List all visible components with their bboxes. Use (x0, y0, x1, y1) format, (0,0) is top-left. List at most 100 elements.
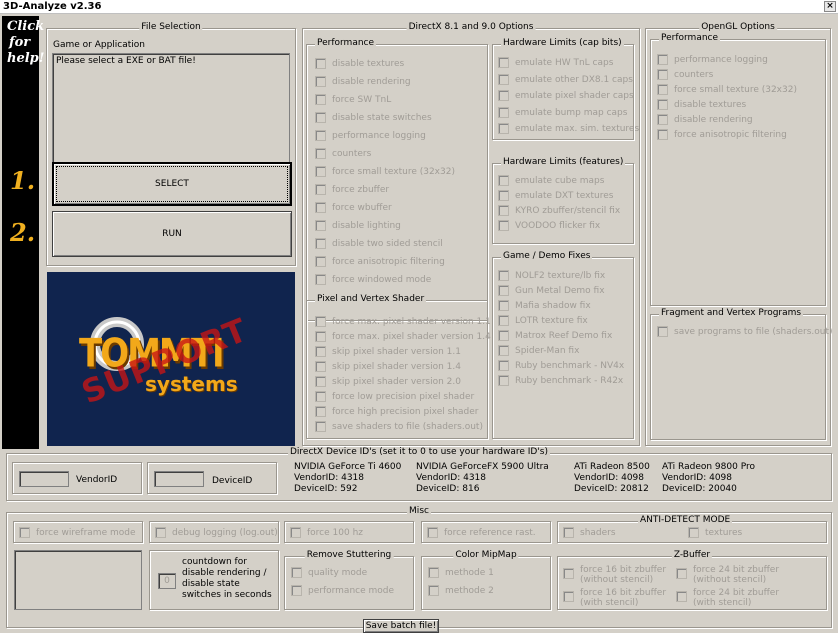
checkbox-box[interactable] (657, 114, 668, 125)
option-checkbox[interactable]: counters (657, 69, 713, 81)
select-button[interactable]: SELECT (52, 162, 292, 206)
checkbox-box[interactable] (315, 406, 326, 417)
checkbox-box[interactable] (657, 326, 668, 337)
stutter-quality-checkbox[interactable]: quality mode (291, 567, 367, 579)
checkbox-box[interactable] (315, 331, 326, 342)
checkbox-box[interactable] (657, 54, 668, 65)
checkbox-box[interactable] (315, 391, 326, 402)
option-checkbox[interactable]: force max. pixel shader version 1.4 (315, 331, 491, 343)
checkbox-box[interactable] (563, 591, 574, 602)
option-checkbox[interactable]: VOODOO flicker fix (498, 220, 600, 232)
checkbox-box[interactable] (315, 112, 326, 123)
checkbox-box[interactable] (315, 148, 326, 159)
option-checkbox[interactable]: save shaders to file (shaders.out) (315, 421, 483, 433)
checkbox-box[interactable] (498, 205, 509, 216)
zbuffer-24-nostencil-checkbox[interactable]: force 24 bit zbuffer (without stencil) (676, 565, 796, 585)
option-checkbox[interactable]: force SW TnL (315, 94, 391, 106)
checkbox-box[interactable] (498, 175, 509, 186)
hz-checkbox[interactable]: force 100 hz (290, 527, 363, 539)
checkbox-box[interactable] (676, 591, 687, 602)
checkbox-box[interactable] (290, 527, 301, 538)
debug-checkbox[interactable]: debug logging (log.out) (155, 527, 278, 539)
option-checkbox[interactable]: emulate bump map caps (498, 106, 627, 119)
checkbox-box[interactable] (498, 190, 509, 201)
checkbox-box[interactable] (657, 99, 668, 110)
option-checkbox[interactable]: Ruby benchmark - R42x (498, 375, 623, 387)
checkbox-box[interactable] (498, 73, 509, 85)
option-checkbox[interactable]: Ruby benchmark - NV4x (498, 360, 624, 372)
checkbox-box[interactable] (315, 166, 326, 177)
checkbox-box[interactable] (428, 585, 439, 596)
option-checkbox[interactable]: disable lighting (315, 220, 401, 232)
option-checkbox[interactable]: emulate pixel shader caps (498, 90, 634, 102)
checkbox-box[interactable] (498, 123, 509, 134)
option-checkbox[interactable]: force high precision pixel shader (315, 406, 479, 418)
option-checkbox[interactable]: emulate cube maps (498, 175, 604, 187)
checkbox-box[interactable] (315, 361, 326, 372)
option-checkbox[interactable]: KYRO zbuffer/stencil fix (498, 205, 620, 217)
wireframe-checkbox[interactable]: force wireframe mode (19, 527, 136, 539)
checkbox-box[interactable] (498, 285, 509, 296)
option-checkbox[interactable]: emulate DXT textures (498, 190, 613, 202)
checkbox-box[interactable] (427, 527, 438, 538)
checkbox-box[interactable] (315, 238, 326, 249)
option-checkbox[interactable]: force low precision pixel shader (315, 391, 474, 403)
checkbox-box[interactable] (657, 69, 668, 80)
checkbox-box[interactable] (315, 202, 326, 213)
option-checkbox[interactable]: force anisotropic filtering (657, 129, 787, 141)
checkbox-box[interactable] (315, 130, 326, 141)
checkbox-box[interactable] (676, 568, 687, 579)
device-id-input[interactable] (154, 471, 204, 487)
checkbox-box[interactable] (291, 567, 302, 578)
checkbox-box[interactable] (315, 94, 326, 105)
checkbox-box[interactable] (315, 76, 326, 87)
checkbox-box[interactable] (315, 346, 326, 357)
option-checkbox[interactable]: force small texture (32x32) (315, 166, 455, 178)
checkbox-box[interactable] (155, 527, 166, 538)
checkbox-box[interactable] (563, 527, 574, 538)
help-link[interactable]: Click for help! (2, 16, 44, 67)
checkbox-box[interactable] (498, 57, 509, 68)
gpu-preset[interactable]: ATi Radeon 8500 VendorID: 4098 DeviceID:… (574, 462, 650, 495)
checkbox-box[interactable] (315, 184, 326, 195)
gpu-preset[interactable]: NVIDIA GeForceFX 5900 Ultra VendorID: 43… (416, 462, 549, 495)
option-checkbox[interactable]: force max. pixel shader version 1.1 (315, 316, 491, 328)
option-checkbox[interactable]: force anisotropic filtering (315, 256, 445, 268)
checkbox-box[interactable] (315, 376, 326, 387)
option-checkbox[interactable]: Matrox Reef Demo fix (498, 330, 612, 342)
checkbox-box[interactable] (498, 300, 509, 311)
option-checkbox[interactable]: emulate other DX8.1 caps (498, 73, 633, 86)
option-checkbox[interactable]: LOTR texture fix (498, 315, 588, 327)
zbuffer-24-stencil-checkbox[interactable]: force 24 bit zbuffer (with stencil) (676, 588, 796, 608)
checkbox-box[interactable] (498, 360, 509, 371)
mipmap-method1-checkbox[interactable]: methode 1 (428, 567, 494, 579)
option-checkbox[interactable]: disable state switches (315, 112, 432, 124)
option-checkbox[interactable]: performance logging (657, 54, 768, 66)
antidetect-textures-checkbox[interactable]: textures (688, 527, 742, 539)
checkbox-box[interactable] (315, 256, 326, 267)
checkbox-box[interactable] (498, 345, 509, 356)
stutter-performance-checkbox[interactable]: performance mode (291, 585, 394, 597)
gpu-preset[interactable]: NVIDIA GeForce Ti 4600 VendorID: 4318 De… (294, 462, 401, 495)
option-checkbox[interactable]: disable rendering (315, 76, 411, 88)
option-checkbox[interactable]: force small texture (32x32) (657, 84, 797, 96)
option-checkbox[interactable]: performance logging (315, 130, 426, 142)
checkbox-box[interactable] (498, 375, 509, 386)
option-checkbox[interactable]: disable two sided stencil (315, 238, 443, 250)
close-icon[interactable]: × (824, 1, 836, 12)
checkbox-box[interactable] (563, 568, 574, 579)
option-checkbox[interactable]: save programs to file (shaders.out) (657, 326, 833, 338)
checkbox-box[interactable] (498, 270, 509, 281)
option-checkbox[interactable]: skip pixel shader version 2.0 (315, 376, 461, 388)
checkbox-box[interactable] (315, 220, 326, 231)
option-checkbox[interactable]: skip pixel shader version 1.4 (315, 361, 461, 373)
option-checkbox[interactable]: Spider-Man fix (498, 345, 579, 357)
checkbox-box[interactable] (291, 585, 302, 596)
zbuffer-16-nostencil-checkbox[interactable]: force 16 bit zbuffer (without stencil) (563, 565, 673, 585)
checkbox-box[interactable] (315, 274, 326, 285)
checkbox-box[interactable] (498, 330, 509, 341)
checkbox-box[interactable] (428, 567, 439, 578)
checkbox-box[interactable] (498, 220, 509, 231)
countdown-input[interactable]: 0 (158, 573, 176, 589)
gpu-preset[interactable]: ATi Radeon 9800 Pro VendorID: 4098 Devic… (662, 462, 755, 495)
